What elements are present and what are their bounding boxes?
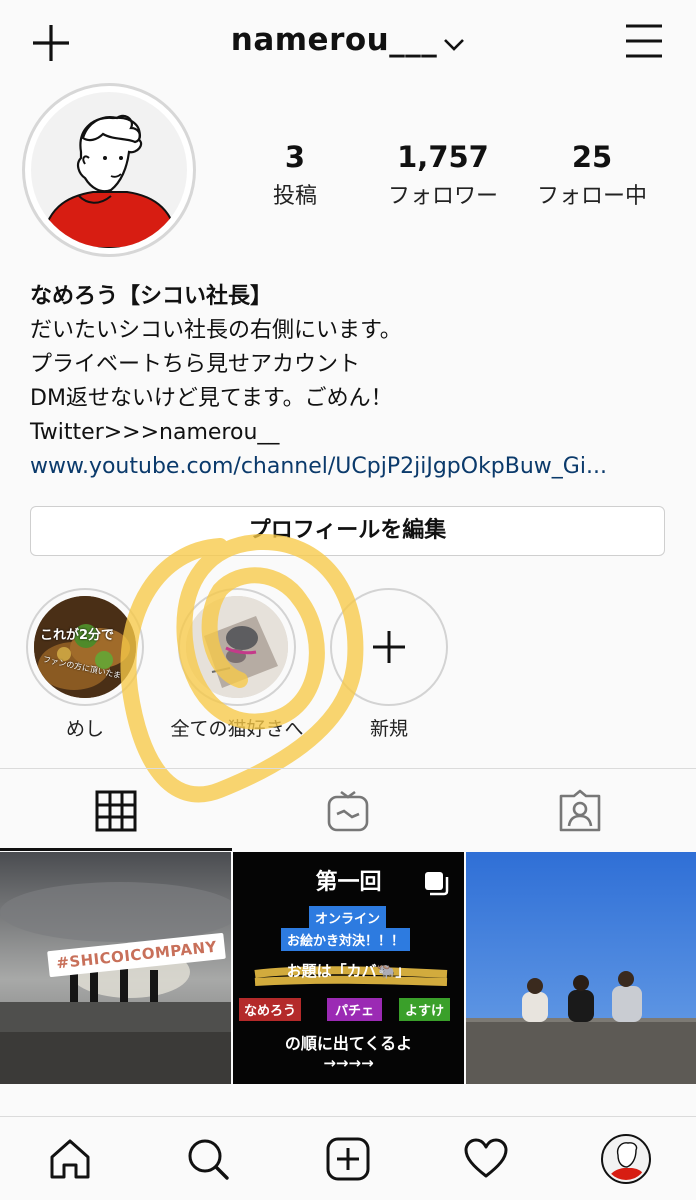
post-thumbnail[interactable]: 第一回 オンライン お絵かき対決！！！ お題は「カバ🐃」 なめろう パチェ よす… [233,852,464,1084]
highlight-label: 全ての猫好きへ [170,718,304,740]
highlight-cover [186,596,288,698]
cat-photo-image [186,596,288,698]
top-bar: namerou___ [0,0,696,86]
post-theme: お題は「カバ🐃」 [286,962,411,980]
highlight-meshi[interactable]: これが2分で ファンの方に頂いたま [26,588,144,706]
post-name-tag: パチェ [327,998,383,1021]
stat-label: 投稿 [272,184,317,209]
avatar-illustration [31,92,187,248]
bio-line: だいたいシコい社長の右側にいます。 [30,318,402,343]
tab-grid[interactable] [0,769,232,853]
post-tag: お絵かき対決！！！ [281,928,411,951]
hamburger-menu-icon[interactable] [620,20,668,62]
profile-tabs [0,768,696,852]
edit-profile-button[interactable]: プロフィールを編集 [30,506,665,556]
highlight-label: 新規 [369,718,408,740]
highlight-overlay-text: これが2分で [40,628,115,643]
tagged-icon [559,789,601,832]
highlight-new[interactable] [330,588,448,706]
grid-icon [95,790,137,832]
following-count[interactable]: 25 フォロー中 [522,140,662,210]
post-tag: オンライン [309,906,387,929]
stat-label: フォロー中 [536,184,647,209]
igtv-icon [327,790,369,832]
post-thumbnail[interactable]: #SHICOICOMPANY [0,852,231,1084]
post-name-tag: なめろう [239,998,302,1021]
followers-count[interactable]: 1,757 フォロワー [373,140,513,210]
bio-line: Twitter>>>namerou__ [30,420,280,445]
home-icon[interactable] [40,1129,100,1189]
search-icon[interactable] [178,1129,238,1189]
stat-value: 3 [284,140,306,174]
sky-photo-image [466,852,696,1084]
username-label: namerou___ [230,22,438,58]
bottom-nav [0,1116,696,1200]
stat-value: 25 [571,140,613,174]
food-image [34,596,136,698]
carousel-icon [425,872,449,896]
highlight-cats[interactable] [178,588,296,706]
post-thumbnail[interactable] [466,852,696,1084]
posts-count[interactable]: 3 投稿 [225,140,365,210]
profile-link[interactable]: www.youtube.com/channel/UCpjP2jiJgpOkpBu… [30,450,670,484]
profile-avatar[interactable] [22,83,196,257]
bio-line: DM返せないけど見てます。ごめん！ [30,386,393,411]
highlight-label: めし [65,718,104,740]
stat-value: 1,757 [397,140,489,174]
active-tab-indicator [0,848,232,851]
profile-bio: なめろう【シコい社長】 だいたいシコい社長の右側にいます。 プライベートちら見せ… [30,280,670,484]
bio-line: プライベートちら見せアカウント [30,352,361,377]
post-name-tag: よすけ [399,998,451,1021]
post-order-text: の順に出てくるよ [284,1034,413,1053]
highlight-cover: これが2分で ファンの方に頂いたま [34,596,136,698]
profile-avatar[interactable] [596,1129,656,1189]
display-name: なめろう【シコい社長】 [30,284,273,309]
chevron-down-icon [443,24,465,60]
username-dropdown[interactable]: namerou___ [0,22,696,60]
new-post-icon[interactable] [318,1129,378,1189]
plus-icon [373,631,405,663]
tab-igtv[interactable] [232,769,464,853]
stat-label: フォロワー [387,184,498,209]
tab-tagged[interactable] [464,769,696,853]
post-arrows: →→→→ [323,1054,374,1072]
heart-icon[interactable] [456,1129,516,1189]
